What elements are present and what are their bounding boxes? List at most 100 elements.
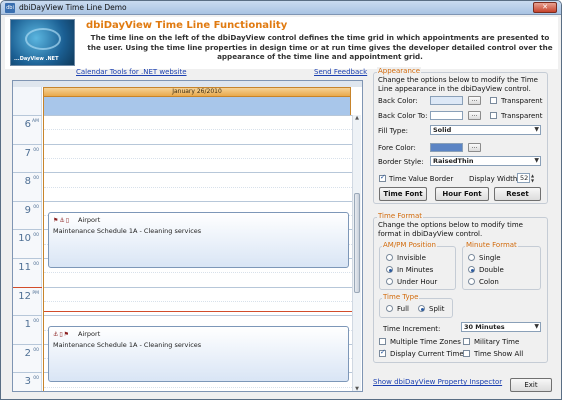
time-type-full-radio[interactable] <box>386 305 393 312</box>
time-font-button[interactable]: Time Font <box>379 187 427 201</box>
hour-label: 11 00 <box>13 258 42 287</box>
send-feedback-link[interactable]: Send Feedback <box>314 68 367 76</box>
logo-ring <box>25 28 61 50</box>
time-type-title: Time Type <box>382 293 420 301</box>
half-hour-gridline <box>44 157 352 159</box>
time-value-border-label: Time Value Border <box>389 175 454 183</box>
time-value-border-checkbox[interactable] <box>379 173 386 182</box>
display-current-time-checkbox[interactable] <box>379 348 386 357</box>
hour-gridline <box>44 143 352 145</box>
vertical-scrollbar[interactable]: ▲ ▼ <box>352 115 361 391</box>
time-show-all-label: Time Show All <box>474 350 524 358</box>
border-style-select[interactable]: RaisedThin ▼ <box>430 156 541 166</box>
day-view-calendar[interactable]: January 26/2010 6 AM 7 00 8 00 9 00 10 00 11 00 12 PM… <box>12 80 363 392</box>
app-window: dbi dbiDayView Time Line Demo ✕ ...DayVi… <box>0 0 562 400</box>
hour-number: 11 <box>18 262 31 273</box>
back-color-to-picker-button[interactable]: ... <box>468 111 481 120</box>
scroll-down-icon[interactable]: ▼ <box>354 386 360 391</box>
hour-label: 6 AM <box>13 115 42 144</box>
appointment-1[interactable]: ⚑⚓▯ Airport Maintenance Schedule 1A - Cl… <box>48 212 349 268</box>
display-width-label: Display Width: <box>469 175 520 183</box>
reset-button[interactable]: Reset <box>494 187 541 201</box>
hour-suffix: AM <box>32 119 39 124</box>
military-time-label: Military Time <box>474 338 520 346</box>
back-color-swatch[interactable] <box>430 96 463 105</box>
backto-transparent-checkbox[interactable] <box>490 112 497 119</box>
logo-text: ...DayView .NET <box>14 56 59 62</box>
hour-label: 8 00 <box>13 172 42 201</box>
hour-number: 10 <box>18 233 31 245</box>
half-hour-gridline <box>44 386 352 388</box>
property-inspector-link[interactable]: Show dbiDayView Property Inspector <box>373 378 502 386</box>
page-description: The time line on the left of the dbiDayV… <box>87 33 553 61</box>
appointment-location: Airport <box>78 216 101 224</box>
header-banner: ...DayView .NET dbiDayView Time Line Fun… <box>5 17 558 69</box>
product-logo: ...DayView .NET <box>10 19 75 66</box>
time-type-full-label: Full <box>397 305 409 313</box>
time-show-all-checkbox[interactable] <box>463 350 470 357</box>
time-line: 6 AM 7 00 8 00 9 00 10 00 11 00 12 PM 1 00 2 00 3 00 <box>13 115 42 391</box>
minute-double-label: Double <box>479 266 504 274</box>
multiple-time-zones-label: Multiple Time Zones <box>390 338 461 346</box>
hour-number: 9 <box>24 204 31 216</box>
ampm-position-title: AM/PM Position <box>382 241 437 249</box>
time-type-split-label: Split <box>429 305 445 313</box>
appointment-subject: Maintenance Schedule 1A - Cleaning servi… <box>53 227 202 235</box>
hour-suffix: 00 <box>33 376 39 382</box>
military-time-checkbox[interactable] <box>463 338 470 345</box>
fill-type-select[interactable]: Solid ▼ <box>430 125 541 135</box>
hour-gridline <box>44 315 352 317</box>
scroll-up-icon[interactable]: ▲ <box>354 115 360 121</box>
ampm-under-hour-radio[interactable] <box>386 278 393 285</box>
close-button[interactable]: ✕ <box>533 2 557 13</box>
date-header[interactable]: January 26/2010 <box>43 87 351 97</box>
multiple-time-zones-checkbox[interactable] <box>379 338 386 345</box>
display-width-input[interactable]: 52 <box>517 173 530 183</box>
minute-single-radio[interactable] <box>468 254 475 261</box>
chevron-down-icon: ▼ <box>534 126 539 133</box>
fore-color-picker-button[interactable]: ... <box>468 143 481 152</box>
time-increment-select[interactable]: 30 Minutes ▼ <box>461 322 541 332</box>
ampm-invisible-radio[interactable] <box>386 254 393 261</box>
half-hour-gridline <box>44 186 352 188</box>
half-hour-gridline <box>44 129 352 131</box>
fore-color-swatch[interactable] <box>430 143 463 152</box>
hour-suffix: PM <box>32 290 39 296</box>
back-transparent-label: Transparent <box>501 97 543 105</box>
hour-suffix: 00 <box>33 147 39 153</box>
time-type-split-radio[interactable] <box>418 305 425 312</box>
hour-suffix: 00 <box>33 347 39 353</box>
hour-font-button[interactable]: Hour Font <box>435 187 489 201</box>
back-color-picker-button[interactable]: ... <box>468 96 481 105</box>
ampm-in-minutes-radio[interactable] <box>386 266 393 273</box>
hour-gridline <box>44 172 352 174</box>
display-width-spinner-icon[interactable]: ▲ ▼ <box>531 173 536 183</box>
calendar-tools-link[interactable]: Calendar Tools for .NET website <box>76 68 187 76</box>
hour-suffix: 00 <box>33 319 39 325</box>
scroll-thumb[interactable] <box>354 193 360 293</box>
hour-suffix: 00 <box>33 176 39 182</box>
back-transparent-checkbox[interactable] <box>490 97 497 104</box>
ampm-in-minutes-label: In Minutes <box>397 266 434 274</box>
hour-number: 3 <box>24 376 31 388</box>
page-title: dbiDayView Time Line Functionality <box>86 20 288 31</box>
appointment-2[interactable]: ⚓▯⚑ Airport Maintenance Schedule 1A - Cl… <box>48 326 349 382</box>
ampm-under-hour-label: Under Hour <box>397 278 438 286</box>
hour-label: 2 00 <box>13 343 42 373</box>
exit-button[interactable]: Exit <box>510 378 552 392</box>
appointment-grid[interactable]: ⚑⚓▯ Airport Maintenance Schedule 1A - Cl… <box>43 115 352 391</box>
appointment-subject: Maintenance Schedule 1A - Cleaning servi… <box>53 341 202 349</box>
time-format-title: Time Format <box>377 212 424 220</box>
minute-double-radio[interactable] <box>468 266 475 273</box>
back-color-to-swatch[interactable] <box>430 111 463 120</box>
half-hour-gridline <box>44 272 352 274</box>
hour-number: 12 <box>18 290 31 302</box>
chevron-down-icon: ▼ <box>534 323 539 330</box>
time-increment-value: 30 Minutes <box>464 323 505 331</box>
hour-gridline <box>44 286 352 288</box>
hour-suffix: 00 <box>33 262 39 267</box>
minute-single-label: Single <box>479 254 501 262</box>
all-day-area[interactable] <box>43 97 351 115</box>
minute-colon-radio[interactable] <box>468 278 475 285</box>
hour-number: 2 <box>24 347 31 359</box>
